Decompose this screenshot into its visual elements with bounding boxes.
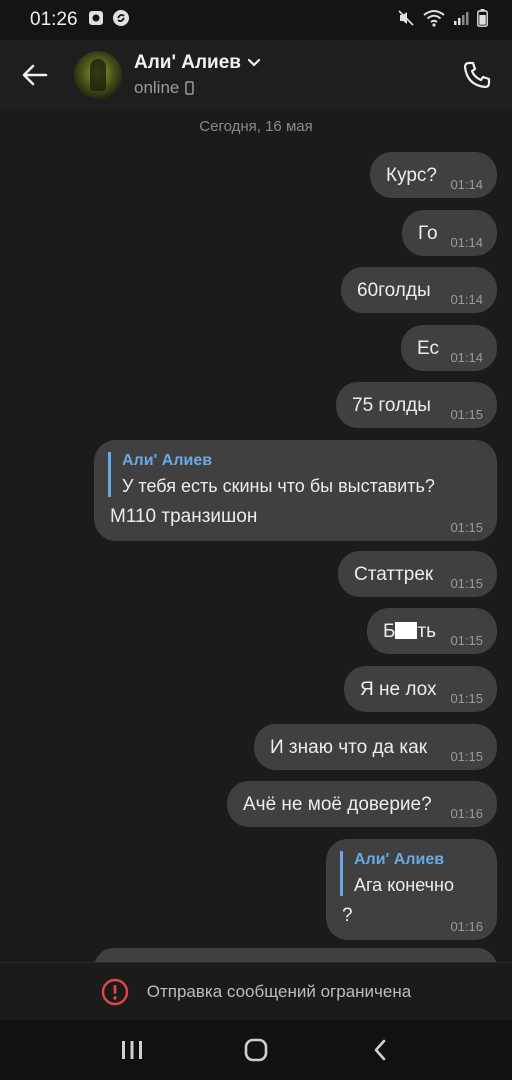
message-text: Ес	[417, 338, 439, 359]
reply-author: Али' Алиев	[354, 851, 445, 868]
status-icons	[397, 8, 488, 32]
message-list[interactable]: Сегодня, 16 мая Курс? 01:14 Го 01:14 60г…	[0, 110, 512, 962]
phone-call-icon	[463, 61, 491, 89]
message-bubble[interactable]: 60голды 01:14	[341, 267, 497, 313]
avatar[interactable]	[74, 51, 122, 99]
message-time: 01:14	[450, 292, 483, 307]
back-button[interactable]	[0, 40, 70, 110]
message-text-start: Б	[383, 621, 396, 642]
alert-circle-icon	[101, 978, 128, 1005]
restriction-text: Отправка сообщений ограничена	[146, 981, 412, 1001]
home-button[interactable]	[226, 1020, 286, 1080]
message-time: 01:15	[450, 691, 483, 706]
app-notification-icon	[88, 10, 104, 31]
shazam-icon	[112, 9, 130, 32]
message-text-end: ть	[417, 621, 437, 642]
mobile-device-icon	[185, 81, 195, 95]
message-time: 01:15	[450, 633, 483, 648]
reply-text: Ага конечно	[354, 875, 454, 895]
message-bubble[interactable]: Курс? 01:14	[370, 152, 497, 198]
message-time: 01:15	[450, 576, 483, 591]
message-text: 60голды	[357, 280, 431, 301]
wifi-icon	[423, 9, 445, 32]
contact-name: Али' Алиев	[134, 52, 241, 73]
message-time: 01:14	[450, 350, 483, 365]
chat-header: Али' Алиев online	[0, 40, 512, 110]
message-time: 01:15	[450, 520, 483, 535]
reply-author: Али' Алиев	[122, 452, 213, 469]
message-bubble[interactable]: Ес 01:14	[401, 325, 497, 371]
signal-icon	[453, 10, 469, 31]
back-icon	[374, 1039, 386, 1061]
back-arrow-icon	[22, 64, 48, 86]
message-bubble[interactable]: Статтрек 01:15	[338, 551, 497, 597]
message-time: 01:15	[450, 407, 483, 422]
message-time: 01:16	[450, 919, 483, 934]
chevron-down-icon	[247, 58, 261, 67]
message-bubble[interactable]: Бть 01:15	[367, 608, 497, 654]
status-bar: 01:26	[0, 0, 512, 40]
contact-info[interactable]: Али' Алиев online	[134, 52, 261, 98]
message-text: 75 голды	[352, 395, 431, 416]
reply-message-bubble[interactable]: Али' Алиев Ага конечно ? 01:16	[326, 839, 497, 940]
message-time: 01:14	[450, 177, 483, 192]
message-time: 01:15	[450, 749, 483, 764]
message-time: 01:16	[450, 806, 483, 821]
message-bubble[interactable]: Ачё не моё доверие? 01:16	[227, 781, 497, 827]
quoted-reply[interactable]: Али' Алиев Ага конечно	[340, 851, 454, 896]
message-time: 01:14	[450, 235, 483, 250]
message-text: Статтрек	[354, 564, 434, 585]
message-text: И знаю что да как	[270, 737, 428, 758]
status-time: 01:26	[30, 9, 78, 30]
message-bubble[interactable]: 75 голды 01:15	[336, 382, 497, 428]
contact-status: online	[134, 78, 180, 97]
date-separator: Сегодня, 16 мая	[199, 118, 313, 135]
message-bubble[interactable]: Я не лох 01:15	[344, 666, 497, 712]
reply-text: У тебя есть скины что бы выставить?	[122, 476, 435, 496]
message-text: Я не лох	[360, 679, 437, 700]
call-button[interactable]	[442, 40, 512, 110]
recents-button[interactable]	[102, 1020, 162, 1080]
message-bubble-partial[interactable]	[94, 948, 497, 962]
censor-block	[395, 622, 418, 639]
restriction-banner: Отправка сообщений ограничена	[0, 962, 512, 1020]
message-text: Курс?	[386, 165, 437, 186]
recents-icon	[122, 1041, 142, 1059]
message-text: Ачё не моё доверие?	[243, 794, 432, 815]
message-text: Го	[418, 223, 438, 244]
message-text: ?	[342, 905, 353, 926]
nav-back-button[interactable]	[350, 1020, 410, 1080]
home-icon	[244, 1038, 268, 1062]
message-text: Бть	[383, 621, 436, 643]
battery-icon	[477, 8, 488, 32]
message-bubble[interactable]: Го 01:14	[402, 210, 497, 256]
message-bubble[interactable]: И знаю что да как 01:15	[254, 724, 497, 770]
message-text: M110 транзишон	[110, 506, 258, 527]
quoted-reply[interactable]: Али' Алиев У тебя есть скины что бы выст…	[108, 452, 435, 497]
system-nav-bar	[0, 1020, 512, 1080]
mute-icon	[397, 9, 415, 32]
reply-message-bubble[interactable]: Али' Алиев У тебя есть скины что бы выст…	[94, 440, 497, 541]
